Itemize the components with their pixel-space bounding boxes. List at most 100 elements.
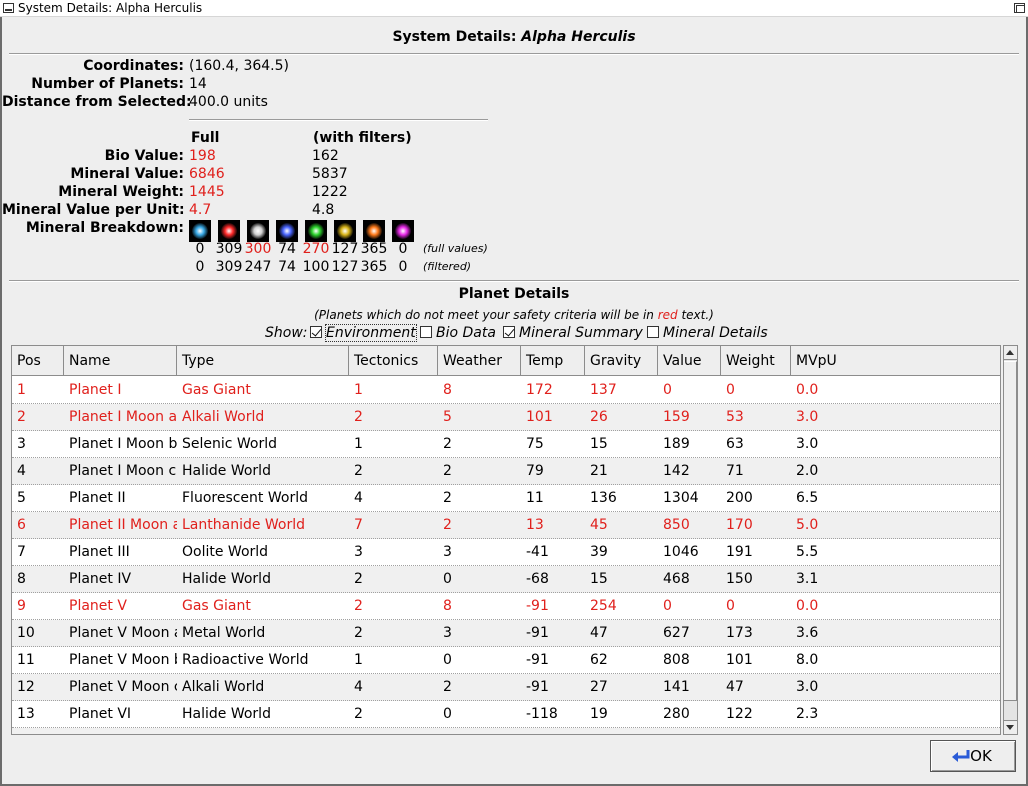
table-row[interactable]: 5 Planet II Fluorescent World 4 2 11 136 1304 20… xyxy=(12,485,1000,512)
table-row[interactable]: 7 Planet III Oolite World 3 3 -41 39 1046 191 5.5 xyxy=(12,539,1000,566)
mineral-full-value: 309 xyxy=(215,241,243,257)
cell-name: Planet I Moon c xyxy=(69,463,177,479)
cell-name: Planet V Moon c xyxy=(69,679,177,695)
cell-mvpu: 0.0 xyxy=(796,598,819,614)
window-menu-icon[interactable] xyxy=(3,3,14,13)
filtered-value: 4.8 xyxy=(312,202,335,218)
scroll-up-icon[interactable] xyxy=(1004,346,1017,360)
cell-name: Planet VI xyxy=(69,706,132,722)
cell-weather: 2 xyxy=(443,517,452,533)
table-row[interactable]: 2 Planet I Moon a Alkali World 2 5 101 26 159 53… xyxy=(12,404,1000,431)
cell-temp: 101 xyxy=(526,409,553,425)
safety-note: (Planets which do not meet your safety c… xyxy=(2,308,1026,322)
cell-gravity: 27 xyxy=(590,679,608,695)
mineral-filtered-value: 309 xyxy=(215,259,243,275)
planet-table: Pos Name Type Tectonics Weather Temp Gravity Va… xyxy=(11,345,1001,735)
column-header-gravity[interactable]: Gravity xyxy=(585,346,658,376)
table-scrollbar[interactable] xyxy=(1003,345,1018,735)
column-header-mvpu[interactable]: MVpU xyxy=(791,346,1000,376)
filtered-value: 162 xyxy=(312,148,339,164)
cell-gravity: 39 xyxy=(590,544,608,560)
cell-gravity: 137 xyxy=(590,382,617,398)
column-header-weather[interactable]: Weather xyxy=(438,346,521,376)
mineral-filtered-values: 0 309 247 74 100 127 365 0 xyxy=(187,259,417,277)
cell-temp: 75 xyxy=(526,436,544,452)
cell-type: Halide World xyxy=(182,571,271,587)
environment-checkbox[interactable]: Environment xyxy=(310,324,417,342)
cell-pos: 2 xyxy=(17,409,26,425)
cell-tectonics: 2 xyxy=(354,463,363,479)
cell-name: Planet I Moon b xyxy=(69,436,177,452)
table-row[interactable]: 12 Planet V Moon c Alkali World 4 2 -91 27 141 4… xyxy=(12,674,1000,701)
mineral-icon xyxy=(334,220,356,242)
mineral-icon xyxy=(392,220,414,242)
filtered-value: 5837 xyxy=(312,166,348,182)
scroll-down-icon[interactable] xyxy=(1004,720,1017,734)
column-header-type[interactable]: Type xyxy=(177,346,349,376)
cell-pos: 11 xyxy=(17,652,35,668)
table-row[interactable]: 4 Planet I Moon c Halide World 2 2 79 21 142 71 2… xyxy=(12,458,1000,485)
cell-tectonics: 4 xyxy=(354,490,363,506)
cell-value: 933 xyxy=(658,728,721,734)
cell-gravity: 15 xyxy=(590,436,608,452)
checkbox-icon[interactable] xyxy=(503,326,515,338)
cell-mvpu: 5.0 xyxy=(796,517,819,533)
table-row[interactable]: 11 Planet V Moon b Radioactive World 1 0 -91 6… xyxy=(12,647,1000,674)
table-row[interactable]: 3 Planet I Moon b Selenic World 1 2 75 15 189 63… xyxy=(12,431,1000,458)
cell-weather: 2 xyxy=(443,490,452,506)
cell-name: Planet II Moon a xyxy=(69,517,177,533)
cell-weight: 173 xyxy=(726,625,753,641)
table-row[interactable]: 9 Planet V Gas Giant 2 8 -91 254 0 0 0.0 xyxy=(12,593,1000,620)
mineral-glow xyxy=(395,223,411,239)
cell-mvpu: 8.0 xyxy=(796,652,819,668)
value-label: Mineral Value per Unit: xyxy=(2,202,185,218)
planet-details-title: Planet Details xyxy=(458,286,570,302)
mineral-glow xyxy=(366,223,382,239)
cell-tectonics: 2 xyxy=(354,706,363,722)
cell-weather: 2 xyxy=(443,463,452,479)
scroll-thumb[interactable] xyxy=(1004,361,1017,701)
cell-tectonics: 1 xyxy=(354,652,363,668)
cell-weather: 3 xyxy=(443,544,452,560)
cell-weight: 200 xyxy=(726,490,753,506)
maximize-icon[interactable] xyxy=(1014,3,1025,13)
cell-type: Halide World xyxy=(182,706,271,722)
bio-data-checkbox[interactable]: Bio Data xyxy=(420,325,496,341)
column-header-weight[interactable]: Weight xyxy=(721,346,791,376)
column-header-name[interactable]: Name xyxy=(64,346,177,376)
cell-mvpu: 3.1 xyxy=(796,571,819,587)
cell-value: 1046 xyxy=(663,544,699,560)
column-header-pos[interactable]: Pos xyxy=(12,346,64,376)
checkbox-icon[interactable] xyxy=(647,326,659,338)
distance-label: Distance from Selected: xyxy=(2,94,192,110)
table-row[interactable]: 10 Planet V Moon a Metal World 2 3 -91 47 627 17… xyxy=(12,620,1000,647)
mineral-full-values: 0 309 300 74 270 127 365 0 xyxy=(187,241,417,259)
table-row[interactable]: 1 Planet I Gas Giant 1 8 172 137 0 0 0.0 xyxy=(12,377,1000,404)
cell-gravity: 62 xyxy=(590,652,608,668)
cell-mvpu: 2.3 xyxy=(796,706,819,722)
cell-type: Gas Giant xyxy=(182,598,251,614)
full-column-header: Full xyxy=(191,130,220,146)
table-row[interactable]: 13 Planet VI Halide World 2 0 -118 19 280 122 2.3 xyxy=(12,701,1000,728)
value-label: Bio Value: xyxy=(104,148,184,164)
column-header-temp[interactable]: Temp xyxy=(521,346,585,376)
cell-pos: 3 xyxy=(17,436,26,452)
mineral-icon xyxy=(276,220,298,242)
column-header-tectonics[interactable]: Tectonics xyxy=(349,346,438,376)
table-row[interactable]: 8 Planet IV Halide World 2 0 -68 15 468 150 3.1 xyxy=(12,566,1000,593)
mineral-details-checkbox[interactable]: Mineral Details xyxy=(647,325,768,341)
checkbox-icon[interactable] xyxy=(310,326,322,338)
mineral-full-value: 0 xyxy=(398,241,408,257)
ok-button[interactable]: OK xyxy=(930,740,1016,772)
mineral-glow xyxy=(250,223,266,239)
cell-tectonics: 2 xyxy=(354,625,363,641)
mineral-summary-checkbox[interactable]: Mineral Summary xyxy=(503,325,643,341)
safety-note-text: (Planets which do not meet your safety c… xyxy=(314,308,658,322)
checkbox-icon[interactable] xyxy=(420,326,432,338)
cell-value: 1304 xyxy=(663,490,699,506)
column-header-value[interactable]: Value xyxy=(658,346,721,376)
table-row[interactable]: 14Planet VIIRadioactive World10-13333933… xyxy=(12,728,1000,734)
table-row[interactable]: 6 Planet II Moon a Lanthanide World 7 2 13 45 8… xyxy=(12,512,1000,539)
cell-temp: -91 xyxy=(526,598,549,614)
cell-type: Metal World xyxy=(182,625,266,641)
